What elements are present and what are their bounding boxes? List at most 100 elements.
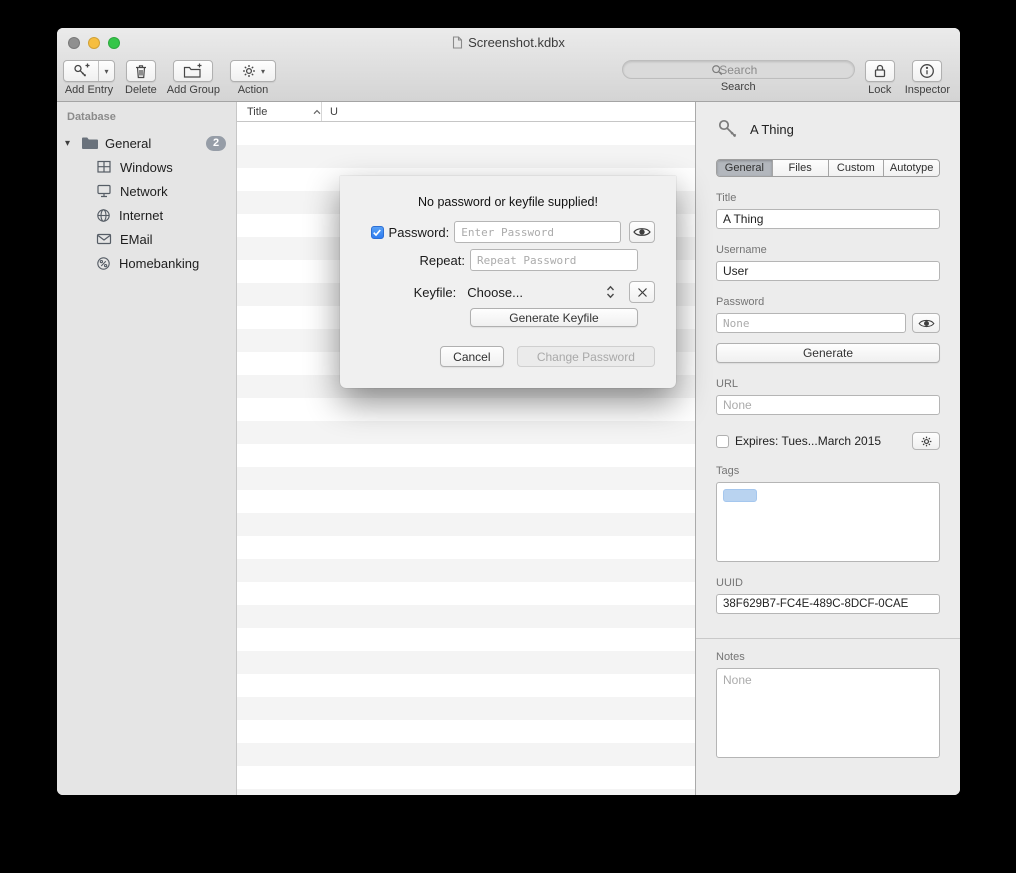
- sidebar-item-email[interactable]: EMail: [57, 227, 236, 251]
- search-item: Search: [622, 60, 855, 93]
- delete-label: Delete: [125, 84, 157, 96]
- content-area: Database ▾ General 2 Windows Network: [57, 102, 960, 795]
- inspector-tabs: General Files Custom Autotype: [716, 159, 940, 177]
- folder-icon: [81, 136, 99, 150]
- sidebar-item-label: Homebanking: [119, 256, 199, 271]
- monitor-icon: [96, 184, 112, 198]
- lock-label: Lock: [868, 84, 891, 96]
- sort-ascending-icon: [313, 109, 321, 115]
- reveal-password-button[interactable]: [912, 313, 940, 333]
- expires-row: Expires: Tues...March 2015: [716, 432, 940, 450]
- change-password-dialog: No password or keyfile supplied! Passwor…: [340, 176, 676, 388]
- tab-files[interactable]: Files: [772, 160, 828, 176]
- sidebar-item-network[interactable]: Network: [57, 179, 236, 203]
- add-group-item: Add Group: [167, 60, 220, 96]
- titlebar[interactable]: Screenshot.kdbx: [57, 28, 960, 57]
- toolbar: ▾ Add Entry Delete Add Group: [57, 57, 960, 101]
- windows-icon: [96, 160, 112, 174]
- delete-button[interactable]: [126, 60, 156, 82]
- gear-icon: [920, 435, 933, 448]
- tab-autotype[interactable]: Autotype: [883, 160, 939, 176]
- sidebar-item-label: Windows: [120, 160, 173, 175]
- zoom-button[interactable]: [108, 37, 120, 49]
- lock-icon: [873, 63, 887, 79]
- delete-item: Delete: [125, 60, 157, 96]
- password-field[interactable]: [716, 313, 906, 333]
- stepper-icon: [606, 285, 615, 299]
- globe-icon: [96, 208, 111, 223]
- change-password-button[interactable]: Change Password: [517, 346, 655, 367]
- keyfile-label: Keyfile:: [414, 285, 457, 300]
- username-field[interactable]: [716, 261, 940, 281]
- keyfile-popup[interactable]: Choose...: [461, 281, 615, 303]
- disclosure-triangle-icon[interactable]: ▾: [65, 138, 75, 149]
- inspector-divider: [696, 638, 960, 639]
- key-plus-icon: [72, 62, 90, 80]
- title-column-label: Title: [247, 106, 267, 118]
- window-title: Screenshot.kdbx: [468, 35, 565, 50]
- search-input[interactable]: [622, 60, 855, 79]
- eye-icon: [918, 318, 935, 329]
- notes-field[interactable]: [716, 668, 940, 758]
- column-header-title[interactable]: Title: [237, 102, 322, 121]
- enter-password-input[interactable]: [454, 221, 621, 243]
- gear-icon: [241, 63, 257, 79]
- cancel-button[interactable]: Cancel: [440, 346, 504, 367]
- column-header-username[interactable]: U: [322, 106, 695, 118]
- url-field-label: URL: [716, 378, 940, 390]
- keyfile-selected-value: Choose...: [467, 285, 606, 300]
- title-field[interactable]: [716, 209, 940, 229]
- uuid-field-label: UUID: [716, 577, 940, 589]
- add-group-label: Add Group: [167, 84, 220, 96]
- dialog-message: No password or keyfile supplied!: [361, 195, 655, 209]
- tags-field[interactable]: [716, 482, 940, 562]
- tab-label: General: [725, 162, 764, 174]
- repeat-label: Repeat:: [419, 253, 465, 268]
- lock-button[interactable]: [865, 60, 895, 82]
- add-entry-dropdown[interactable]: ▾: [98, 61, 114, 81]
- inspector-header: A Thing: [716, 114, 940, 144]
- folder-plus-icon: [183, 63, 203, 79]
- sidebar-group-general[interactable]: ▾ General 2: [57, 131, 236, 155]
- inspector-button[interactable]: [912, 60, 942, 82]
- close-x-icon: [637, 287, 648, 298]
- action-button[interactable]: ▾: [230, 60, 276, 82]
- reveal-dialog-password-button[interactable]: [629, 221, 655, 243]
- info-icon: [919, 63, 935, 79]
- add-entry-item: ▾ Add Entry: [63, 60, 115, 96]
- app-window: Screenshot.kdbx ▾ Add Entry: [57, 28, 960, 795]
- entry-count-badge: 2: [206, 136, 226, 151]
- close-button[interactable]: [68, 37, 80, 49]
- expires-checkbox[interactable]: [716, 435, 729, 448]
- sidebar-item-homebanking[interactable]: Homebanking: [57, 251, 236, 275]
- uuid-field[interactable]: [716, 594, 940, 614]
- clear-keyfile-button[interactable]: [629, 281, 655, 303]
- generate-password-button[interactable]: Generate: [716, 343, 940, 363]
- entry-title: A Thing: [750, 122, 794, 137]
- expires-label: Expires: Tues...March 2015: [735, 434, 906, 448]
- notes-field-label: Notes: [716, 651, 940, 663]
- inspector-label: Inspector: [905, 84, 950, 96]
- tag-chip[interactable]: [723, 489, 757, 502]
- inspector-panel: A Thing General Files Custom Autotype Ti…: [695, 102, 960, 795]
- tab-general[interactable]: General: [717, 160, 772, 176]
- sidebar-item-internet[interactable]: Internet: [57, 203, 236, 227]
- document-icon: [452, 36, 463, 49]
- password-checkbox[interactable]: [371, 226, 384, 239]
- window-chrome: Screenshot.kdbx ▾ Add Entry: [57, 28, 960, 102]
- url-field[interactable]: [716, 395, 940, 415]
- add-group-button[interactable]: [173, 60, 213, 82]
- traffic-lights: [68, 37, 120, 49]
- expires-settings-button[interactable]: [912, 432, 940, 450]
- lock-item: Lock: [865, 60, 895, 96]
- tab-custom[interactable]: Custom: [828, 160, 884, 176]
- sidebar-item-windows[interactable]: Windows: [57, 155, 236, 179]
- action-item: ▾ Action: [230, 60, 276, 96]
- tags-field-label: Tags: [716, 465, 940, 477]
- repeat-password-input[interactable]: [470, 249, 638, 271]
- generate-keyfile-button[interactable]: Generate Keyfile: [470, 308, 638, 327]
- add-entry-button[interactable]: [64, 61, 98, 81]
- tab-label: Files: [789, 162, 812, 174]
- minimize-button[interactable]: [88, 37, 100, 49]
- search-label: Search: [721, 81, 756, 93]
